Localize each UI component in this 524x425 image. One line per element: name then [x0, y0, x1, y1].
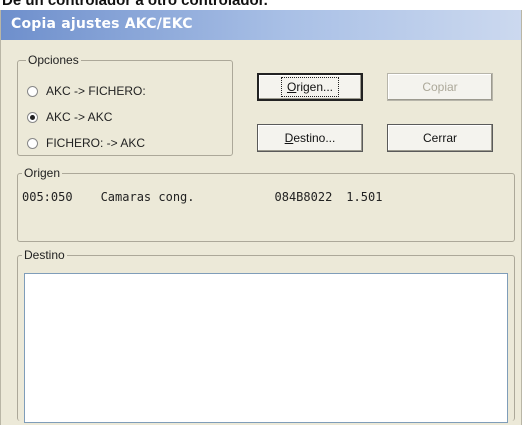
origin-version: 1.501 [346, 190, 383, 204]
option-akc-to-akc-label: AKC -> AKC [46, 110, 113, 124]
origin-address: 005:050 [22, 190, 73, 204]
origin-name: Camaras cong. [100, 190, 195, 204]
options-legend: Opciones [26, 53, 81, 67]
origin-button[interactable]: Origen... [257, 73, 363, 101]
origin-group: Origen 005:050 Camaras cong. 084B8022 1.501 [17, 166, 515, 242]
origin-code: 084B8022 [274, 190, 333, 204]
close-button-label: Cerrar [422, 131, 457, 145]
copy-button-label: Copiar [422, 80, 458, 94]
copy-button[interactable]: Copiar [387, 73, 493, 101]
window-title: Copia ajustes AKC/EKC [11, 16, 193, 32]
origin-legend: Origen [22, 166, 63, 180]
close-button[interactable]: Cerrar [387, 124, 493, 152]
radio-akc-to-akc[interactable] [27, 111, 38, 123]
radio-akc-to-file[interactable] [27, 85, 38, 97]
option-file-to-akc[interactable]: FICHERO: -> AKC [27, 135, 145, 151]
destination-group: Destino [17, 248, 515, 423]
page-caption: De un controlador a otro controlador. [2, 0, 268, 9]
options-group: Opciones AKC -> FICHERO: AKC -> AKC FICH… [17, 53, 233, 156]
radio-file-to-akc[interactable] [27, 137, 38, 149]
destination-legend: Destino [22, 248, 67, 262]
title-bar[interactable]: Copia ajustes AKC/EKC [1, 10, 521, 40]
destination-button-label: Destino... [284, 131, 336, 145]
destination-field[interactable] [24, 273, 508, 423]
origin-info-row: 005:050 Camaras cong. 084B8022 1.501 [22, 190, 382, 204]
option-akc-to-file[interactable]: AKC -> FICHERO: [27, 83, 146, 99]
origin-button-label: Origen... [280, 77, 340, 97]
destination-button[interactable]: Destino... [257, 124, 363, 152]
option-akc-to-akc[interactable]: AKC -> AKC [27, 109, 112, 125]
copy-settings-dialog: Copia ajustes AKC/EKC Opciones AKC -> FI… [0, 10, 522, 425]
option-akc-to-file-label: AKC -> FICHERO: [46, 84, 146, 98]
option-file-to-akc-label: FICHERO: -> AKC [46, 136, 146, 150]
